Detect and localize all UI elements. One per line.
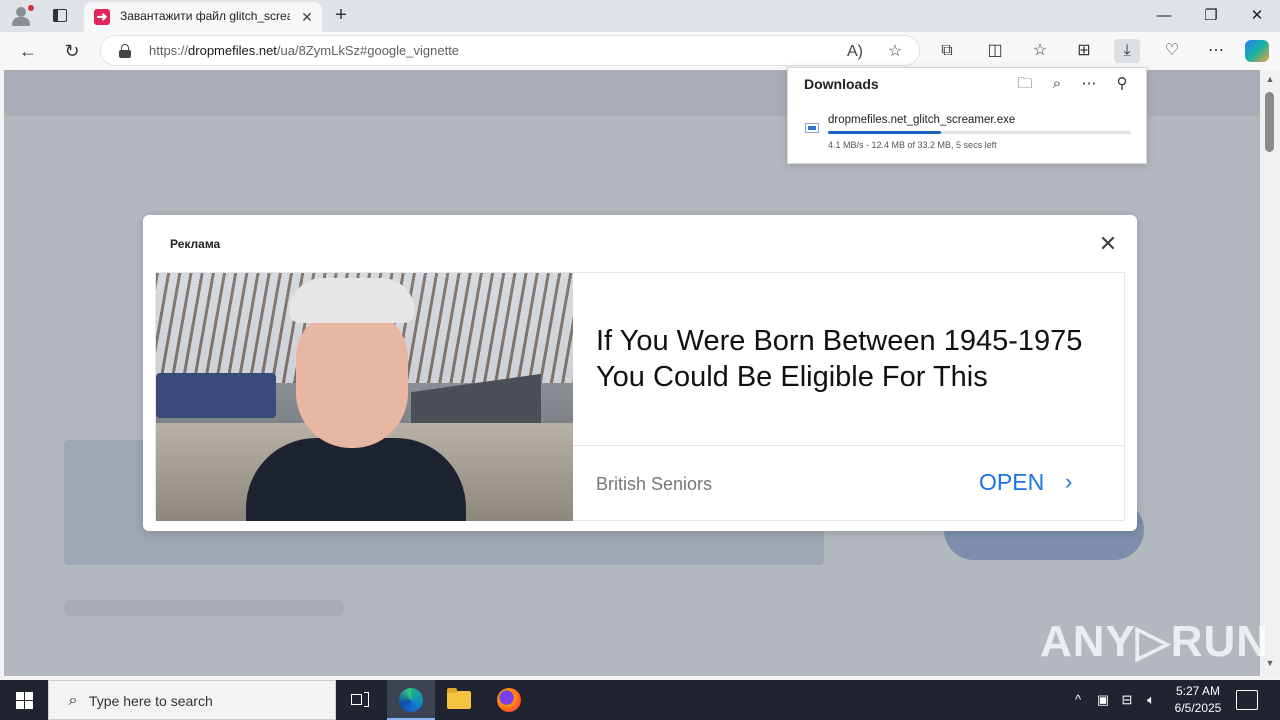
page-scrollbar[interactable]: ▲ ▼ — [1260, 70, 1280, 676]
ad-image[interactable] — [156, 273, 573, 521]
address-bar[interactable]: https://dropmefiles.net/ua/8ZymLkSz#goog… — [100, 35, 920, 66]
tab-actions-icon[interactable] — [50, 6, 70, 26]
lock-icon[interactable] — [119, 44, 131, 58]
open-folder-icon[interactable]: 🗀 — [1013, 74, 1037, 94]
taskbar-edge[interactable] — [387, 680, 435, 720]
split-screen-icon[interactable]: ◫ — [982, 39, 1008, 63]
volume-icon[interactable]: 🔈︎ — [1141, 690, 1161, 710]
notifications-icon[interactable] — [1236, 690, 1258, 710]
downloads-icon[interactable]: ⤓ — [1114, 39, 1140, 63]
url-text[interactable]: https://dropmefiles.net/ua/8ZymLkSz#goog… — [149, 43, 459, 58]
refresh-icon[interactable]: ↻ — [58, 37, 86, 65]
windows-start-icon[interactable] — [0, 680, 48, 720]
search-icon: ⌕ — [68, 692, 78, 709]
ad-label: Реклама — [170, 237, 221, 251]
firefox-icon — [497, 688, 521, 712]
search-placeholder: Type here to search — [89, 693, 213, 709]
task-view-button[interactable] — [336, 680, 384, 720]
download-status: 4.1 MB/s - 12.4 MB of 33.2 MB, 5 secs le… — [828, 140, 997, 150]
downloads-title: Downloads — [804, 76, 879, 92]
taskbar-firefox[interactable] — [485, 680, 533, 720]
read-aloud-icon[interactable]: A) — [845, 42, 865, 62]
tab-close-button[interactable]: ✕ — [298, 8, 316, 26]
pin-icon[interactable]: ⚲ — [1110, 74, 1134, 94]
minimize-button[interactable]: — — [1146, 4, 1182, 28]
more-icon[interactable]: ⋯ — [1203, 39, 1229, 63]
scroll-up-icon[interactable]: ▲ — [1264, 74, 1276, 84]
search-downloads-icon[interactable]: ⌕ — [1045, 74, 1069, 94]
collections-icon[interactable]: ⊞ — [1071, 39, 1097, 63]
file-explorer-icon — [447, 688, 471, 709]
site-favicon-icon: ➜ — [94, 9, 110, 25]
taskbar: ⌕ Type here to search ^ ▣ ⊟ 🔈︎ 5:27 AM 6… — [0, 680, 1280, 720]
download-filename[interactable]: dropmefiles.net_glitch_screamer.exe — [828, 114, 1015, 126]
ad-close-button[interactable]: ✕ — [1095, 231, 1121, 257]
anyrun-watermark: ANY▷RUN — [1040, 617, 1270, 666]
download-progress-bar — [828, 131, 1131, 134]
network-icon[interactable]: ⊟ — [1117, 690, 1137, 710]
taskbar-file-explorer[interactable] — [435, 680, 483, 720]
ad-open-label: OPEN — [979, 469, 1045, 495]
back-icon[interactable]: ← — [14, 37, 42, 65]
scrollbar-thumb[interactable] — [1265, 92, 1274, 152]
exe-file-icon — [805, 123, 819, 133]
browser-essentials-icon[interactable]: ♡ — [1159, 39, 1185, 63]
edge-browser-icon — [399, 688, 423, 712]
ad-body[interactable]: If You Were Born Between 1945-1975 You C… — [155, 272, 1125, 521]
window-close-button[interactable]: ✕ — [1239, 4, 1275, 28]
clock-time: 5:27 AM — [1175, 684, 1221, 698]
ad-divider — [573, 445, 1125, 446]
ad-open-button[interactable]: OPEN › — [979, 469, 1084, 497]
taskbar-search-box[interactable]: ⌕ Type here to search — [48, 680, 336, 720]
favorites-icon[interactable]: ☆ — [1027, 39, 1053, 63]
blurred-text-line — [64, 600, 344, 616]
system-clock[interactable]: 5:27 AM 6/5/2025 — [1162, 683, 1234, 717]
ad-headline[interactable]: If You Were Born Between 1945-1975 You C… — [596, 323, 1096, 395]
active-tab[interactable]: ➜ Завантажити файл glitch_screamer.exe ✕ — [84, 2, 322, 32]
device-icon[interactable]: ▣ — [1093, 690, 1113, 710]
ad-advertiser[interactable]: British Seniors — [596, 474, 712, 495]
tab-title: Завантажити файл glitch_screamer.exe — [120, 9, 290, 23]
profile-avatar-icon[interactable] — [8, 4, 34, 28]
new-tab-button[interactable]: + — [330, 5, 352, 27]
tab-strip: ➜ Завантажити файл glitch_screamer.exe ✕… — [0, 0, 1280, 32]
download-progress-fill — [828, 131, 942, 134]
downloads-flyout: Downloads 🗀 ⌕ ⋯ ⚲ dropmefiles.net_glitch… — [787, 67, 1147, 164]
ad-vignette-dialog: Реклама ✕ If You Were Born Between 1945-… — [143, 215, 1137, 531]
maximize-button[interactable]: ❐ — [1193, 4, 1229, 28]
browser-toolbar: ← ↻ https://dropmefiles.net/ua/8ZymLkSz#… — [0, 32, 1280, 70]
extensions-icon[interactable]: ⧉ — [934, 39, 960, 63]
show-hidden-icons-icon[interactable]: ^ — [1068, 690, 1088, 710]
clock-date: 6/5/2025 — [1174, 701, 1222, 715]
copilot-icon[interactable] — [1245, 40, 1269, 62]
task-view-icon — [351, 692, 369, 708]
more-options-icon[interactable]: ⋯ — [1077, 74, 1101, 94]
chevron-right-icon: › — [1065, 469, 1073, 494]
favorite-star-icon[interactable]: ☆ — [885, 42, 905, 62]
